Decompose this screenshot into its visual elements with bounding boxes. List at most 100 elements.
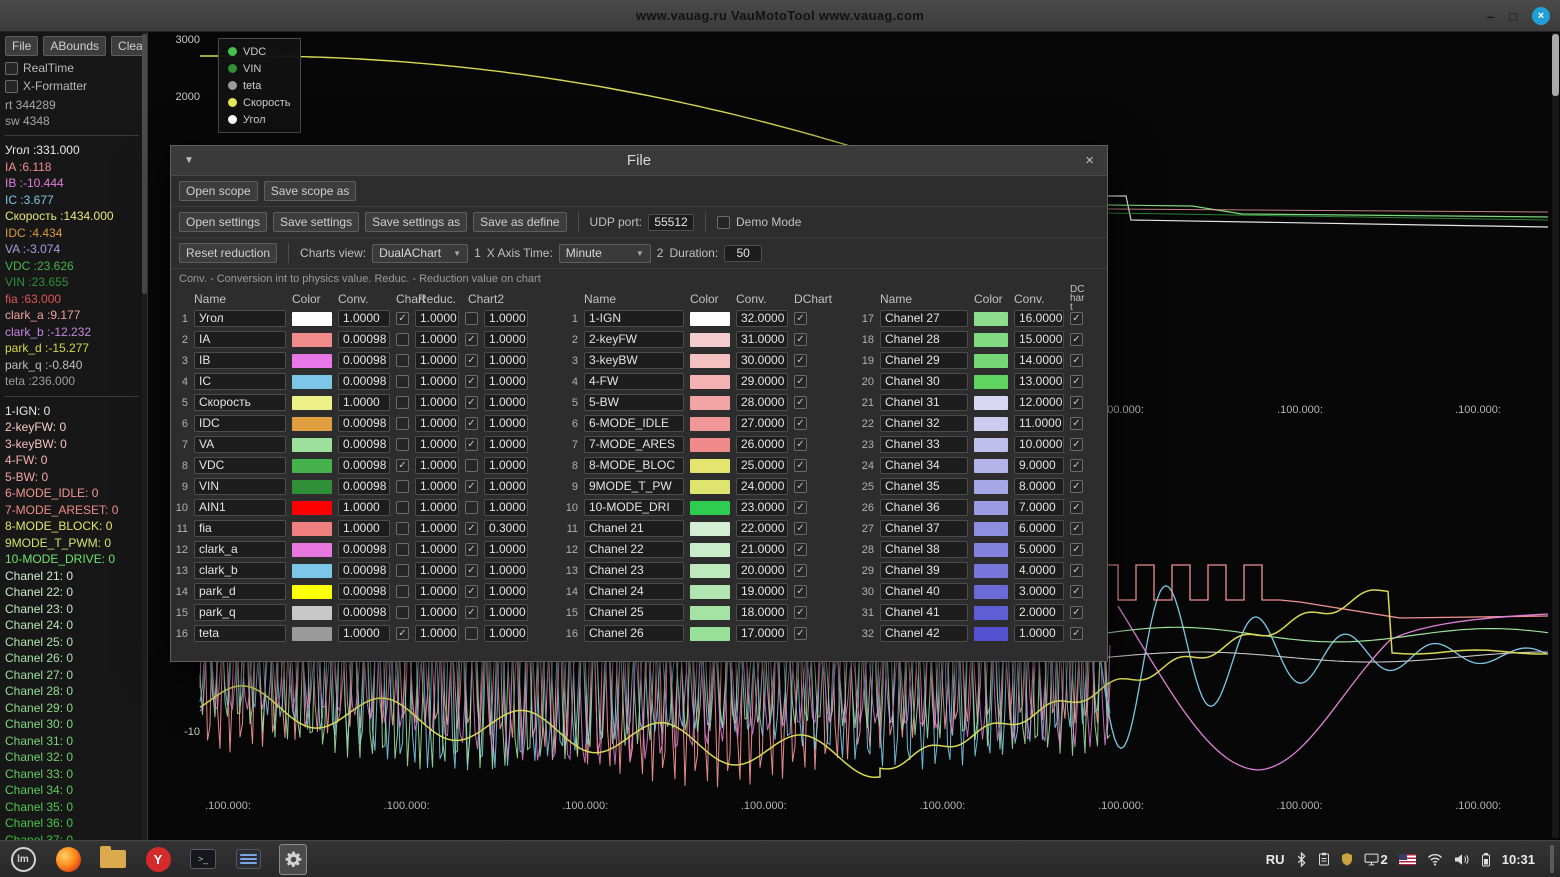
conv-field[interactable]: 21.0000 bbox=[736, 541, 788, 558]
chart-checkbox[interactable] bbox=[396, 480, 409, 493]
reduc-field[interactable]: 1.0000 bbox=[415, 604, 459, 621]
color-swatch[interactable] bbox=[974, 584, 1008, 599]
conv-field[interactable]: 0.00098 bbox=[338, 457, 390, 474]
reduc-field[interactable]: 1.0000 bbox=[415, 352, 459, 369]
chart-checkbox[interactable]: ✓ bbox=[465, 375, 478, 388]
color-swatch[interactable] bbox=[690, 458, 730, 473]
us-flag-icon[interactable] bbox=[1398, 853, 1416, 865]
name-field[interactable]: Chanel 21 bbox=[584, 520, 684, 537]
chart-checkbox[interactable]: ✓ bbox=[465, 606, 478, 619]
reset-reduction-button[interactable]: Reset reduction bbox=[179, 243, 278, 263]
network-indicator[interactable]: 2 bbox=[1364, 852, 1388, 867]
chart-checkbox[interactable] bbox=[465, 627, 478, 640]
scrollbar-thumb[interactable] bbox=[142, 34, 147, 294]
reduc-field[interactable]: 1.0000 bbox=[415, 583, 459, 600]
maximize-button[interactable]: □ bbox=[1509, 10, 1517, 23]
name-field[interactable]: Chanel 38 bbox=[880, 541, 968, 558]
reduc-field[interactable]: 1.0000 bbox=[415, 457, 459, 474]
save-settings-button[interactable]: Save settings bbox=[273, 212, 360, 232]
conv-field[interactable]: 18.0000 bbox=[736, 604, 788, 621]
chart-checkbox[interactable] bbox=[396, 354, 409, 367]
clipboard-icon[interactable] bbox=[1318, 852, 1330, 866]
conv-field[interactable]: 8.0000 bbox=[1014, 478, 1064, 495]
name-field[interactable]: Угол bbox=[194, 310, 286, 327]
name-field[interactable]: fia bbox=[194, 520, 286, 537]
reduc-field[interactable]: 1.0000 bbox=[415, 373, 459, 390]
chart-checkbox[interactable]: ✓ bbox=[794, 627, 807, 640]
text-editor-icon[interactable] bbox=[234, 845, 262, 873]
sidebar-scrollbar[interactable] bbox=[142, 32, 147, 840]
dialog-close-icon[interactable]: × bbox=[1085, 153, 1094, 168]
name-field[interactable]: IA bbox=[194, 331, 286, 348]
save-settings-as-button[interactable]: Save settings as bbox=[365, 212, 468, 232]
conv-field[interactable]: 0.00098 bbox=[338, 415, 390, 432]
conv-field[interactable]: 17.0000 bbox=[736, 625, 788, 642]
name-field[interactable]: 4-FW bbox=[584, 373, 684, 390]
chart2-scale-field[interactable]: 1.0000 bbox=[484, 625, 528, 642]
chart-checkbox[interactable]: ✓ bbox=[1070, 522, 1083, 535]
conv-field[interactable]: 9.0000 bbox=[1014, 457, 1064, 474]
conv-field[interactable]: 28.0000 bbox=[736, 394, 788, 411]
chart-checkbox[interactable]: ✓ bbox=[465, 522, 478, 535]
name-field[interactable]: IC bbox=[194, 373, 286, 390]
color-swatch[interactable] bbox=[690, 395, 730, 410]
open-scope-button[interactable]: Open scope bbox=[179, 181, 258, 201]
chart-checkbox[interactable] bbox=[396, 564, 409, 577]
color-swatch[interactable] bbox=[974, 395, 1008, 410]
chart-checkbox[interactable] bbox=[396, 333, 409, 346]
name-field[interactable]: park_q bbox=[194, 604, 286, 621]
open-settings-button[interactable]: Open settings bbox=[179, 212, 268, 232]
chart-checkbox[interactable]: ✓ bbox=[465, 438, 478, 451]
chart-checkbox[interactable] bbox=[396, 375, 409, 388]
color-swatch[interactable] bbox=[690, 353, 730, 368]
color-swatch[interactable] bbox=[292, 374, 332, 389]
conv-field[interactable]: 20.0000 bbox=[736, 562, 788, 579]
battery-icon[interactable] bbox=[1481, 852, 1491, 867]
chart-checkbox[interactable] bbox=[396, 417, 409, 430]
name-field[interactable]: clark_a bbox=[194, 541, 286, 558]
conv-field[interactable]: 10.0000 bbox=[1014, 436, 1064, 453]
name-field[interactable]: Chanel 40 bbox=[880, 583, 968, 600]
conv-field[interactable]: 1.0000 bbox=[338, 625, 390, 642]
name-field[interactable]: 8-MODE_BLOC bbox=[584, 457, 684, 474]
conv-field[interactable]: 2.0000 bbox=[1014, 604, 1064, 621]
color-swatch[interactable] bbox=[292, 353, 332, 368]
name-field[interactable]: Chanel 22 bbox=[584, 541, 684, 558]
chart-checkbox[interactable]: ✓ bbox=[1070, 564, 1083, 577]
color-swatch[interactable] bbox=[690, 521, 730, 536]
chart2-scale-field[interactable]: 1.0000 bbox=[484, 331, 528, 348]
chart-checkbox[interactable]: ✓ bbox=[465, 396, 478, 409]
settings-icon[interactable] bbox=[279, 843, 307, 875]
name-field[interactable]: Chanel 34 bbox=[880, 457, 968, 474]
name-field[interactable]: Chanel 37 bbox=[880, 520, 968, 537]
chart2-scale-field[interactable]: 1.0000 bbox=[484, 604, 528, 621]
conv-field[interactable]: 3.0000 bbox=[1014, 583, 1064, 600]
chart-checkbox[interactable]: ✓ bbox=[1070, 459, 1083, 472]
reduc-field[interactable]: 1.0000 bbox=[415, 310, 459, 327]
reduc-field[interactable]: 1.0000 bbox=[415, 499, 459, 516]
dialog-titlebar[interactable]: ▼ File × bbox=[171, 146, 1107, 176]
reduc-field[interactable]: 1.0000 bbox=[415, 331, 459, 348]
color-swatch[interactable] bbox=[690, 437, 730, 452]
name-field[interactable]: 5-BW bbox=[584, 394, 684, 411]
color-swatch[interactable] bbox=[974, 626, 1008, 641]
chart-checkbox[interactable]: ✓ bbox=[794, 480, 807, 493]
keyboard-layout-indicator[interactable]: RU bbox=[1266, 852, 1285, 867]
chart2-scale-field[interactable]: 1.0000 bbox=[484, 583, 528, 600]
color-swatch[interactable] bbox=[292, 584, 332, 599]
shield-icon[interactable] bbox=[1341, 852, 1353, 866]
reduc-field[interactable]: 1.0000 bbox=[415, 394, 459, 411]
chart-checkbox[interactable]: ✓ bbox=[465, 564, 478, 577]
chart-checkbox[interactable]: ✓ bbox=[465, 543, 478, 556]
name-field[interactable]: Chanel 29 bbox=[880, 352, 968, 369]
chart-checkbox[interactable]: ✓ bbox=[794, 564, 807, 577]
conv-field[interactable]: 0.00098 bbox=[338, 331, 390, 348]
color-swatch[interactable] bbox=[292, 437, 332, 452]
conv-field[interactable]: 12.0000 bbox=[1014, 394, 1064, 411]
name-field[interactable]: 9MODE_T_PW bbox=[584, 478, 684, 495]
color-swatch[interactable] bbox=[974, 500, 1008, 515]
color-swatch[interactable] bbox=[974, 353, 1008, 368]
chart-checkbox[interactable] bbox=[396, 396, 409, 409]
color-swatch[interactable] bbox=[292, 458, 332, 473]
conv-field[interactable]: 29.0000 bbox=[736, 373, 788, 390]
